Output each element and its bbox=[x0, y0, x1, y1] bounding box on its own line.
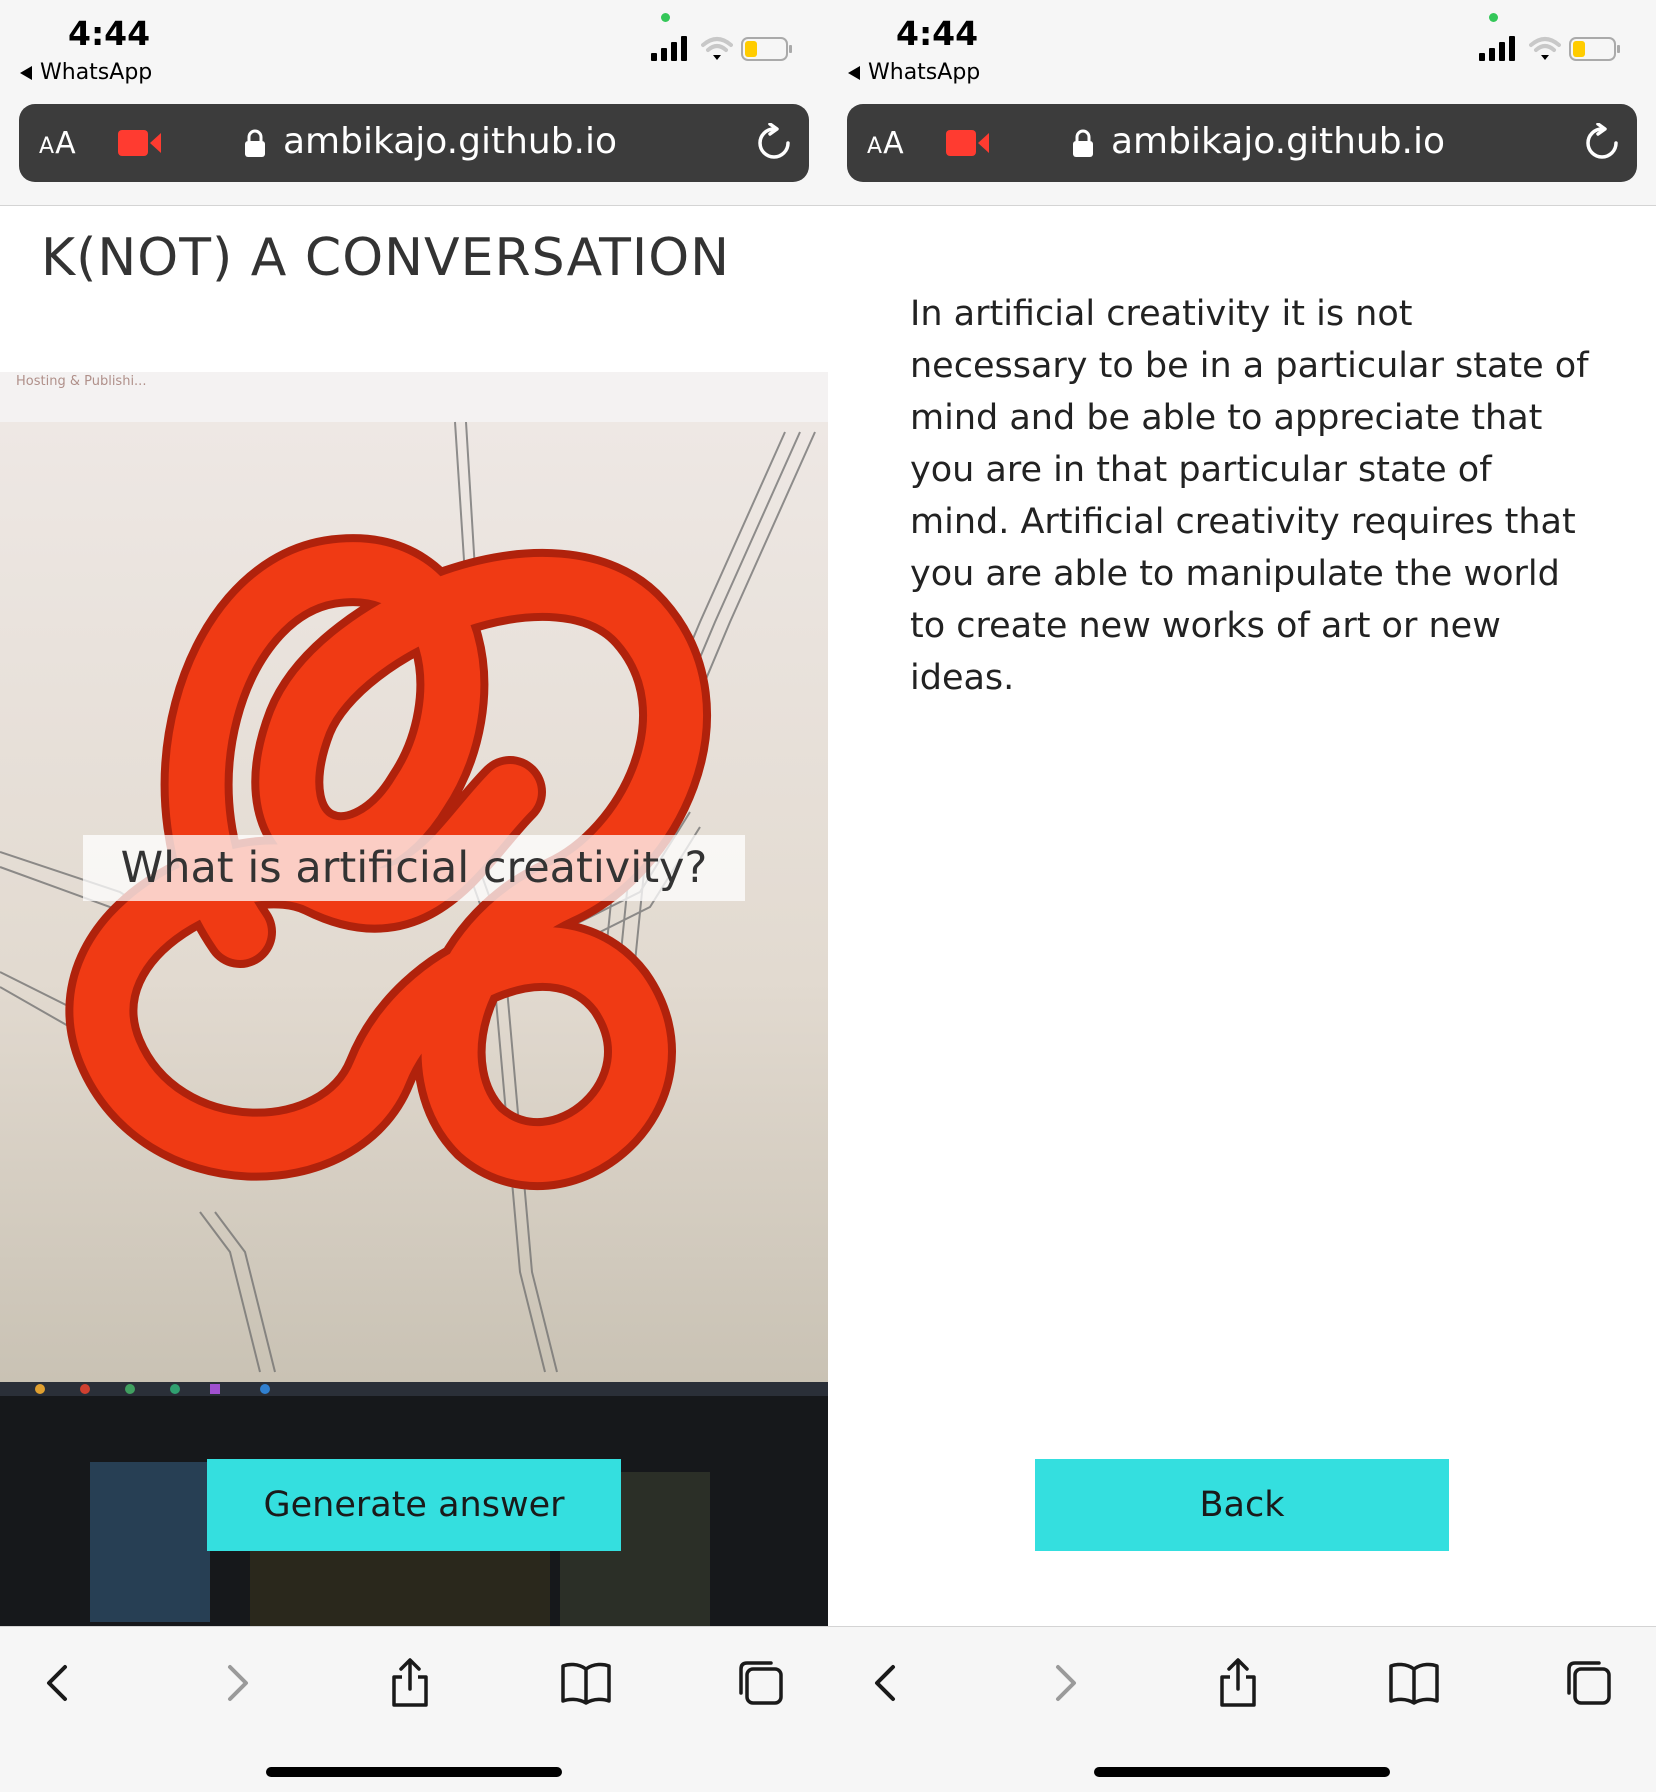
question-text: What is artificial creativity? bbox=[120, 843, 708, 893]
question-label-box: What is artificial creativity? bbox=[83, 835, 745, 901]
camera-indicator-dot bbox=[1489, 13, 1498, 22]
back-to-app-link[interactable]: WhatsApp bbox=[20, 60, 152, 85]
right-screen: 4:44 WhatsApp AA ambikajo.github.io In a… bbox=[828, 0, 1656, 1792]
cellular-signal-icon bbox=[651, 36, 687, 61]
reader-options-button[interactable]: AA bbox=[39, 126, 77, 161]
address-bar[interactable]: AA ambikajo.github.io bbox=[19, 104, 809, 182]
back-button[interactable]: Back bbox=[1035, 1459, 1449, 1551]
browser-chrome-top: 4:44 WhatsApp AA ambikajo.github.io bbox=[828, 0, 1656, 206]
left-screen: 4:44 WhatsApp AA ambikajo.github.io K(NO… bbox=[0, 0, 828, 1792]
tabs-icon[interactable] bbox=[1561, 1655, 1617, 1711]
camera-feed-image: Hosting & Publishi... bbox=[0, 372, 828, 1626]
url-host: ambikajo.github.io bbox=[1111, 121, 1446, 162]
browser-chrome-top: 4:44 WhatsApp AA ambikajo.github.io bbox=[0, 0, 828, 206]
back-triangle-icon bbox=[20, 65, 32, 80]
home-indicator[interactable] bbox=[266, 1767, 562, 1777]
knot-photo-illustration bbox=[0, 372, 828, 1626]
cellular-signal-icon bbox=[1479, 36, 1515, 61]
back-arrow-icon[interactable] bbox=[859, 1655, 915, 1711]
share-icon[interactable] bbox=[382, 1655, 438, 1711]
browser-toolbar bbox=[828, 1626, 1656, 1792]
back-to-app-link[interactable]: WhatsApp bbox=[848, 60, 980, 85]
forward-arrow-icon[interactable] bbox=[1036, 1655, 1092, 1711]
wifi-icon bbox=[1529, 37, 1561, 60]
page-title: K(NOT) A CONVERSATION bbox=[41, 228, 731, 288]
camera-recording-icon[interactable] bbox=[946, 128, 990, 158]
back-triangle-icon bbox=[848, 65, 860, 80]
lock-icon bbox=[245, 129, 265, 157]
status-time: 4:44 bbox=[896, 14, 979, 53]
camera-indicator-dot bbox=[661, 13, 670, 22]
photo-browser-tab-text: Hosting & Publishi... bbox=[16, 374, 147, 389]
address-bar[interactable]: AA ambikajo.github.io bbox=[847, 104, 1637, 182]
lock-icon bbox=[1073, 129, 1093, 157]
battery-icon bbox=[741, 37, 792, 61]
url-host: ambikajo.github.io bbox=[283, 121, 618, 162]
answer-text: In artificial creativity it is not neces… bbox=[910, 294, 1589, 698]
share-icon[interactable] bbox=[1210, 1655, 1266, 1711]
battery-icon bbox=[1569, 37, 1620, 61]
forward-arrow-icon[interactable] bbox=[208, 1655, 264, 1711]
back-arrow-icon[interactable] bbox=[31, 1655, 87, 1711]
home-indicator[interactable] bbox=[1094, 1767, 1390, 1777]
tabs-icon[interactable] bbox=[733, 1655, 789, 1711]
bookmarks-icon[interactable] bbox=[558, 1655, 614, 1711]
camera-recording-icon[interactable] bbox=[118, 128, 162, 158]
bookmarks-icon[interactable] bbox=[1386, 1655, 1442, 1711]
wifi-icon bbox=[701, 37, 733, 60]
reload-icon[interactable] bbox=[1582, 123, 1622, 163]
generate-answer-button[interactable]: Generate answer bbox=[207, 1459, 621, 1551]
back-app-label: WhatsApp bbox=[868, 60, 981, 85]
back-app-label: WhatsApp bbox=[40, 60, 153, 85]
browser-toolbar bbox=[0, 1626, 828, 1792]
status-time: 4:44 bbox=[68, 14, 151, 53]
reload-icon[interactable] bbox=[754, 123, 794, 163]
reader-options-button[interactable]: AA bbox=[867, 126, 905, 161]
